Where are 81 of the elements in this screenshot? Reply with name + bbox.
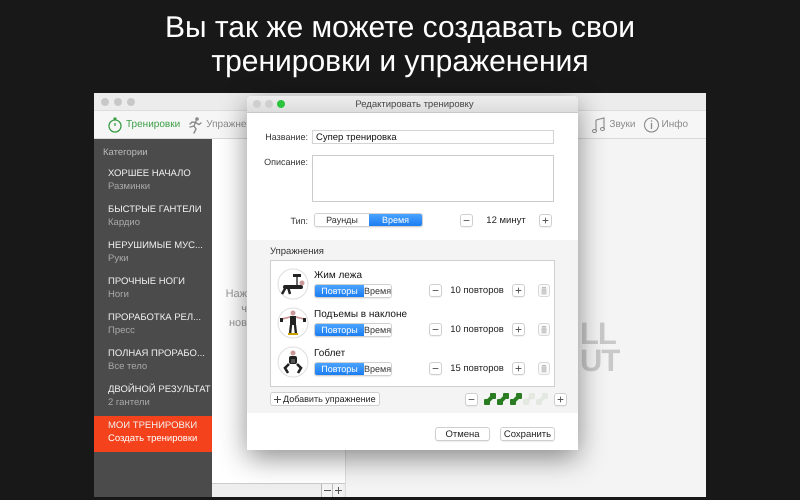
headline: тренировки и упраженения (211, 45, 589, 79)
dumbbell-icon (496, 393, 509, 405)
field-label: Описание: (263, 156, 308, 167)
exercise-name: Подъемы в наклоне (314, 308, 408, 320)
item-title: НЕРУШИМЫЕ МУС... (108, 240, 204, 251)
item-title: ПРОЧНЫЕ НОГИ (108, 276, 186, 287)
hint-text: Наж (226, 287, 247, 302)
minus-button[interactable] (429, 362, 442, 375)
add-button[interactable] (332, 484, 343, 497)
plus-icon (540, 216, 551, 224)
info-icon (642, 116, 660, 134)
item-subtitle: Создать тренировки (108, 433, 198, 444)
description-field[interactable] (312, 155, 554, 202)
field-label: Тип: (289, 215, 308, 226)
field-label: Название: (264, 131, 308, 142)
trash-icon (540, 325, 548, 334)
minus-button[interactable] (460, 214, 473, 226)
repeat-count: 10 повторов (449, 285, 505, 296)
sidebar-item[interactable]: ДВОЙНОЙ РЕЗУЛЬТАТ 2 гантели (94, 380, 212, 416)
item-subtitle: Ноги (108, 289, 130, 300)
sidebar-item[interactable]: ПРОРАБОТКА РЕЛ... Пресс (94, 308, 212, 344)
plus-icon (513, 364, 524, 373)
sidebar-item[interactable]: ПРОЧНЫЕ НОГИ Ноги (94, 272, 212, 308)
item-title: БЫСТРЫЕ ГАНТЕЛИ (108, 204, 203, 215)
segment-button[interactable]: Раунды (315, 214, 369, 226)
plus-icon (332, 486, 344, 495)
plus-button[interactable] (539, 214, 552, 226)
hint-text: ч (241, 302, 247, 316)
plus-icon (513, 325, 524, 334)
segment-button[interactable]: Время (364, 362, 391, 374)
dumbbell-icon (484, 393, 496, 405)
cancel-button[interactable]: Отмена (435, 427, 490, 441)
save-button[interactable]: Сохранить (500, 427, 555, 441)
plus-icon (273, 394, 282, 404)
runner-icon (187, 116, 204, 134)
headline: Вы так же можете создавать свои (164, 11, 636, 45)
music-note-icon (590, 116, 608, 134)
segment-button[interactable]: Время (364, 284, 391, 296)
dialog-title: Редактировать тренировку (354, 98, 475, 110)
stopwatch-icon (107, 116, 124, 134)
remove-button[interactable] (321, 484, 332, 497)
sidebar-item[interactable]: БЫСТРЫЕ ГАНТЕЛИ Кардио (94, 200, 212, 236)
minus-button[interactable] (429, 284, 442, 297)
minus-button[interactable] (464, 392, 478, 406)
repeat-count: 10 повторов (449, 324, 505, 335)
dumbbell-icon (522, 393, 535, 405)
trash-icon (540, 364, 548, 373)
dumbbell-icon (510, 393, 522, 405)
minus-button[interactable] (429, 323, 442, 336)
item-subtitle: Кардио (108, 217, 142, 228)
segment-button[interactable]: Время (364, 324, 391, 336)
sidebar-item[interactable]: ПОЛНАЯ ПРОРАБО... Все тело (94, 344, 212, 380)
item-subtitle: Разминки (108, 181, 152, 192)
sidebar-heading: Категории (102, 147, 149, 160)
exercise-name: Гоблет (314, 348, 346, 358)
item-subtitle: Все тело (108, 361, 148, 372)
plus-button[interactable] (512, 323, 525, 336)
exercise-name: Жим лежа (314, 270, 364, 280)
duration-value: 12 минут (485, 214, 527, 226)
sidebar-item[interactable]: ХОРШЕЕ НАЧАЛО Разминки (94, 164, 212, 200)
repeat-count: 15 повторов (449, 363, 505, 374)
section-heading: Упражнения (270, 246, 325, 257)
item-subtitle: 2 гантели (108, 397, 151, 408)
plus-icon (554, 394, 566, 404)
plus-button[interactable] (512, 362, 525, 375)
add-exercise-button[interactable]: Добавить упражнение (270, 392, 380, 406)
plus-button[interactable] (512, 284, 525, 297)
plus-icon (513, 286, 524, 295)
item-title: ПОЛНАЯ ПРОРАБО... (108, 348, 206, 359)
sidebar-item[interactable]: НЕРУШИМЫЕ МУС... Руки (94, 236, 212, 272)
plus-button[interactable] (554, 392, 567, 406)
name-field[interactable]: Супер тренировка (312, 130, 554, 144)
item-subtitle: Пресс (108, 325, 136, 336)
hint-text: нов (228, 316, 247, 330)
trash-icon (540, 286, 548, 295)
item-title: МОИ ТРЕНИРОВКИ (108, 420, 198, 431)
item-title: ДВОЙНОЙ РЕЗУЛЬТАТ (108, 384, 208, 395)
item-title: ХОРШЕЕ НАЧАЛО (108, 168, 192, 179)
item-subtitle: Руки (108, 253, 130, 264)
item-title: ПРОРАБОТКА РЕЛ... (108, 312, 202, 323)
sidebar-item[interactable]: МОИ ТРЕНИРОВКИ Создать тренировки (94, 416, 212, 452)
